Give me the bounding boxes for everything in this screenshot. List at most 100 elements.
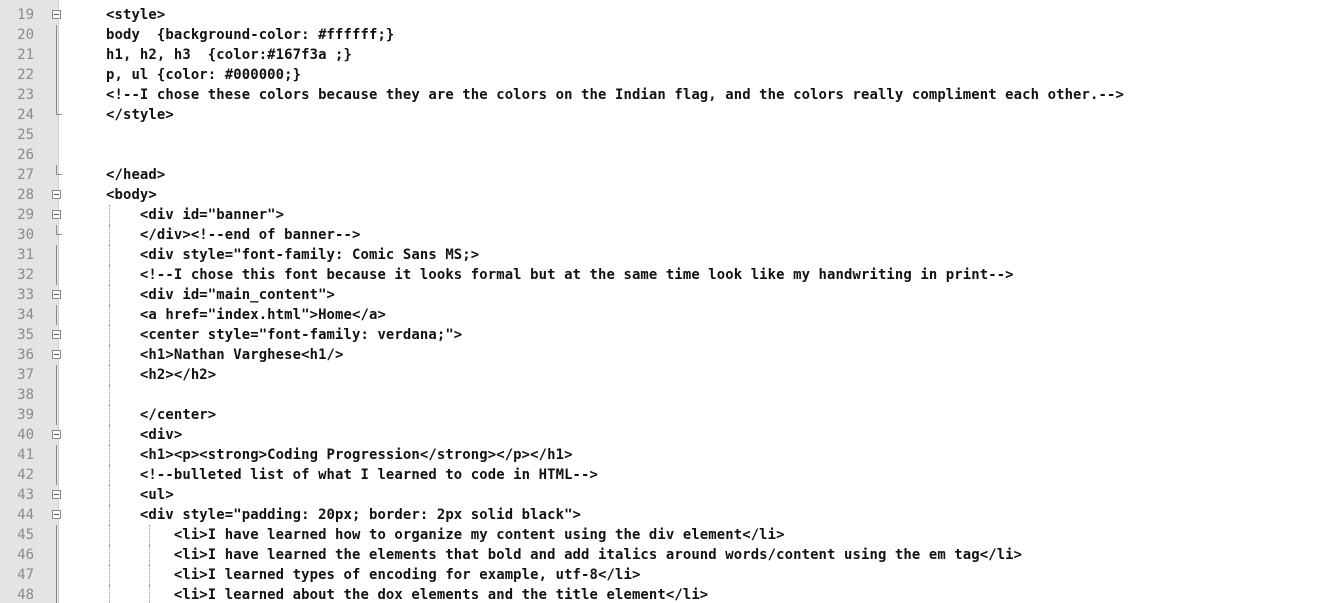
code-line[interactable]: 20 body {background-color: #ffffff;} xyxy=(0,25,1338,45)
fold-end-marker xyxy=(56,165,62,175)
code-text[interactable]: </center> xyxy=(106,405,216,425)
code-text[interactable]: <div style="font-family: Comic Sans MS;> xyxy=(106,245,479,265)
fold-guide-line xyxy=(56,465,57,485)
fold-guide-line xyxy=(56,565,57,585)
code-line[interactable]: 35 <center style="font-family: verdana;"… xyxy=(0,325,1338,345)
fold-guide-line xyxy=(56,45,57,65)
code-line[interactable]: 39 </center> xyxy=(0,405,1338,425)
code-text[interactable]: <h1><p><strong>Coding Progression</stron… xyxy=(106,445,573,465)
line-number: 27 xyxy=(17,167,34,183)
line-number: 25 xyxy=(17,127,34,143)
line-number: 34 xyxy=(17,307,34,323)
code-line[interactable]: 36 <h1>Nathan Varghese<h1/> xyxy=(0,345,1338,365)
code-line[interactable]: 37 <h2></h2> xyxy=(0,365,1338,385)
code-line[interactable]: 21 h1, h2, h3 {color:#167f3a ;} xyxy=(0,45,1338,65)
code-text[interactable]: <div id="main_content"> xyxy=(106,285,335,305)
code-line[interactable]: 28 <body> xyxy=(0,185,1338,205)
indent-guide xyxy=(109,385,110,405)
line-number: 31 xyxy=(17,247,34,263)
code-line[interactable]: 31 <div style="font-family: Comic Sans M… xyxy=(0,245,1338,265)
code-line[interactable]: 48 <li>I learned about the dox elements … xyxy=(0,585,1338,603)
code-text[interactable]: <h1>Nathan Varghese<h1/> xyxy=(106,345,344,365)
code-text[interactable]: <ul> xyxy=(106,485,174,505)
code-text[interactable]: <li>I learned types of encoding for exam… xyxy=(106,565,640,585)
code-line[interactable]: 45 <li>I have learned how to organize my… xyxy=(0,525,1338,545)
fold-minus-icon[interactable] xyxy=(52,490,61,499)
code-text[interactable]: </div><!--end of banner--> xyxy=(106,225,361,245)
fold-minus-icon[interactable] xyxy=(52,510,61,519)
code-text[interactable]: <div id="banner"> xyxy=(106,205,284,225)
code-editor[interactable]: 18 19 <style> 20 body {background-color:… xyxy=(0,0,1338,603)
code-text[interactable]: p, ul {color: #000000;} xyxy=(106,65,301,85)
code-line[interactable]: 26 xyxy=(0,145,1338,165)
line-number: 26 xyxy=(17,147,34,163)
code-text[interactable]: <div> xyxy=(106,425,182,445)
code-line[interactable]: 47 <li>I learned types of encoding for e… xyxy=(0,565,1338,585)
code-line[interactable]: 32 <!--I chose this font because it look… xyxy=(0,265,1338,285)
code-text[interactable]: <li>I have learned the elements that bol… xyxy=(106,545,1022,565)
code-line[interactable]: 23 <!--I chose these colors because they… xyxy=(0,85,1338,105)
code-text[interactable]: <li>I have learned how to organize my co… xyxy=(106,525,785,545)
code-line[interactable]: 25 xyxy=(0,125,1338,145)
code-line[interactable]: 46 <li>I have learned the elements that … xyxy=(0,545,1338,565)
code-line[interactable]: 24 </style> xyxy=(0,105,1338,125)
editor-content: 18 19 <style> 20 body {background-color:… xyxy=(0,0,1338,603)
code-line[interactable]: 29 <div id="banner"> xyxy=(0,205,1338,225)
fold-guide-line xyxy=(56,25,57,45)
line-number: 24 xyxy=(17,107,34,123)
code-text[interactable]: <div style="padding: 20px; border: 2px s… xyxy=(106,505,581,525)
code-text[interactable]: </style> xyxy=(106,105,174,125)
code-text[interactable]: <!--I chose this font because it looks f… xyxy=(106,265,1014,285)
fold-guide-line xyxy=(56,245,57,265)
fold-guide-line xyxy=(56,445,57,465)
line-number: 39 xyxy=(17,407,34,423)
code-text[interactable]: <center style="font-family: verdana;"> xyxy=(106,325,462,345)
fold-minus-icon[interactable] xyxy=(52,10,61,19)
line-number: 36 xyxy=(17,347,34,363)
fold-guide-line xyxy=(56,385,57,405)
code-text[interactable]: h1, h2, h3 {color:#167f3a ;} xyxy=(106,45,352,65)
code-line[interactable]: 22 p, ul {color: #000000;} xyxy=(0,65,1338,85)
line-number: 23 xyxy=(17,87,34,103)
code-text[interactable]: <a href="index.html">Home</a> xyxy=(106,305,386,325)
code-line[interactable]: 41 <h1><p><strong>Coding Progression</st… xyxy=(0,445,1338,465)
fold-guide-line xyxy=(56,545,57,565)
code-line[interactable]: 43 <ul> xyxy=(0,485,1338,505)
fold-minus-icon[interactable] xyxy=(52,210,61,219)
code-line[interactable]: 42 <!--bulleted list of what I learned t… xyxy=(0,465,1338,485)
fold-minus-icon[interactable] xyxy=(52,290,61,299)
line-number: 37 xyxy=(17,367,34,383)
code-line[interactable]: 27 </head> xyxy=(0,165,1338,185)
line-number: 33 xyxy=(17,287,34,303)
code-line[interactable]: 30 </div><!--end of banner--> xyxy=(0,225,1338,245)
code-line[interactable]: 38 xyxy=(0,385,1338,405)
code-text[interactable]: <body> xyxy=(106,185,157,205)
code-text[interactable]: <style> xyxy=(106,5,165,25)
code-text[interactable]: <h2></h2> xyxy=(106,365,216,385)
fold-minus-icon[interactable] xyxy=(52,190,61,199)
fold-guide-line xyxy=(56,365,57,385)
code-text[interactable]: <li>I learned about the dox elements and… xyxy=(106,585,708,603)
code-text[interactable]: </head> xyxy=(106,165,165,185)
fold-end-marker xyxy=(56,105,62,115)
code-text[interactable]: body {background-color: #ffffff;} xyxy=(106,25,394,45)
code-text[interactable]: <!--bulleted list of what I learned to c… xyxy=(106,465,598,485)
line-number: 35 xyxy=(17,327,34,343)
line-number: 46 xyxy=(17,547,34,563)
line-number: 29 xyxy=(17,207,34,223)
code-line[interactable]: 19 <style> xyxy=(0,5,1338,25)
fold-minus-icon[interactable] xyxy=(52,350,61,359)
code-line[interactable]: 34 <a href="index.html">Home</a> xyxy=(0,305,1338,325)
line-number: 28 xyxy=(17,187,34,203)
line-number: 20 xyxy=(17,27,34,43)
code-line[interactable]: 40 <div> xyxy=(0,425,1338,445)
line-number: 43 xyxy=(17,487,34,503)
fold-end-marker xyxy=(56,225,62,235)
line-number: 42 xyxy=(17,467,34,483)
fold-minus-icon[interactable] xyxy=(52,330,61,339)
line-number: 45 xyxy=(17,527,34,543)
fold-minus-icon[interactable] xyxy=(52,430,61,439)
code-text[interactable]: <!--I chose these colors because they ar… xyxy=(106,85,1124,105)
code-line[interactable]: 44 <div style="padding: 20px; border: 2p… xyxy=(0,505,1338,525)
code-line[interactable]: 33 <div id="main_content"> xyxy=(0,285,1338,305)
